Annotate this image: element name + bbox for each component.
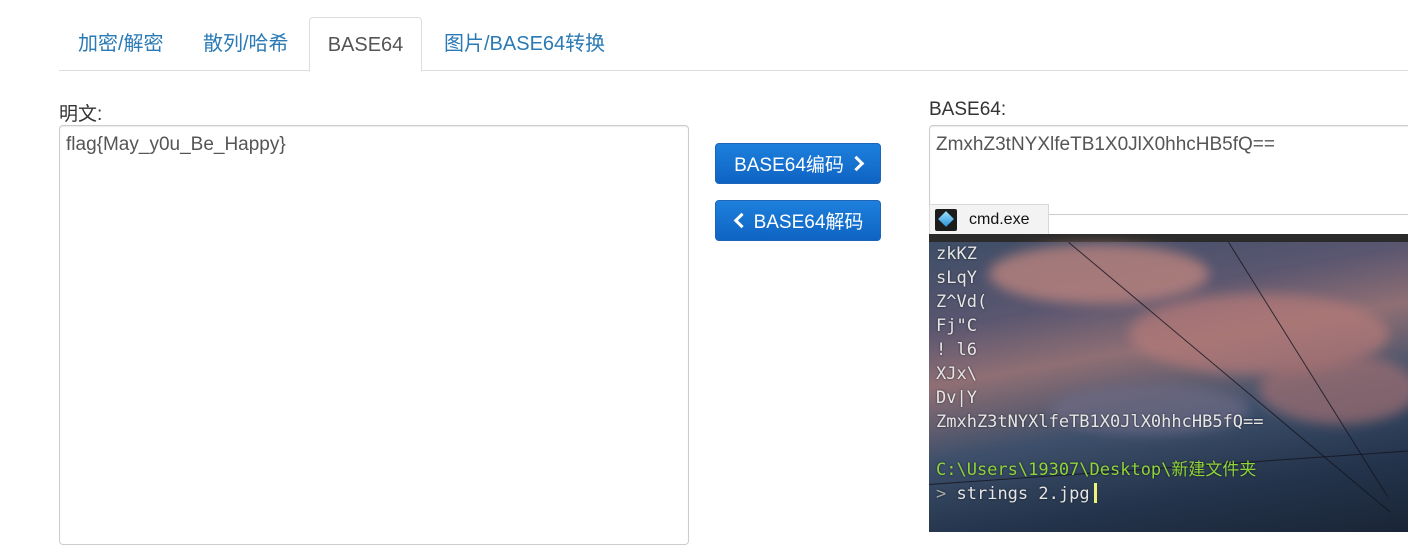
terminal-top-border <box>929 234 1408 242</box>
terminal-line: sLqY <box>936 268 977 288</box>
tab-image-base64[interactable]: 图片/BASE64转换 <box>427 17 627 71</box>
terminal-line: Z^Vd( <box>936 292 988 312</box>
terminal-command: strings 2.jpg <box>956 484 1090 504</box>
encode-button-label: BASE64编码 <box>734 155 844 176</box>
decode-button-label: BASE64解码 <box>753 212 864 233</box>
terminal-window[interactable]: zkKZ sLqY Z^Vd( Fj"C ! l6 XJx\ Dv|Y Zmxh… <box>929 234 1408 532</box>
prompt-symbol: > <box>936 484 947 504</box>
base64-label: BASE64: <box>929 99 1007 120</box>
background-cloud <box>1259 354 1408 424</box>
plaintext-label: 明文: <box>59 104 103 125</box>
plaintext-input[interactable]: flag{May_y0u_Be_Happy} <box>59 125 689 545</box>
text-cursor <box>1093 483 1097 503</box>
terminal-line: Fj"C <box>936 316 977 336</box>
cmd-tab-title: cmd.exe <box>969 210 1030 228</box>
cmd-icon <box>935 208 957 231</box>
terminal-prompt-path: C:\Users\19307\Desktop\新建文件夹 <box>936 460 1257 480</box>
cmd-window-tab[interactable]: cmd.exe <box>929 204 1049 234</box>
terminal-line: ! l6 <box>936 340 977 360</box>
terminal-line: Dv|Y <box>936 388 977 408</box>
chevron-right-icon <box>848 155 865 172</box>
base64-decode-button[interactable]: BASE64解码 <box>715 200 881 241</box>
base64-encode-button[interactable]: BASE64编码 <box>715 143 881 184</box>
tab-encrypt-decrypt[interactable]: 加密/解密 <box>61 17 181 71</box>
base64-input[interactable]: ZmxhZ3tNYXlfeTB1X0JlX0hhcHB5fQ== <box>929 125 1408 215</box>
chevron-left-icon <box>733 212 749 229</box>
tab-base64[interactable]: BASE64 <box>309 17 422 72</box>
terminal-line: XJx\ <box>936 364 977 384</box>
terminal-line: zkKZ <box>936 244 977 264</box>
terminal-line: ZmxhZ3tNYXlfeTB1X0JlX0hhcHB5fQ== <box>936 412 1264 432</box>
tab-hash[interactable]: 散列/哈希 <box>186 17 306 71</box>
terminal-output: zkKZ sLqY Z^Vd( Fj"C ! l6 XJx\ Dv|Y Zmxh… <box>936 242 1264 506</box>
tab-bar: 加密/解密 散列/哈希 BASE64 图片/BASE64转换 <box>59 17 1408 72</box>
